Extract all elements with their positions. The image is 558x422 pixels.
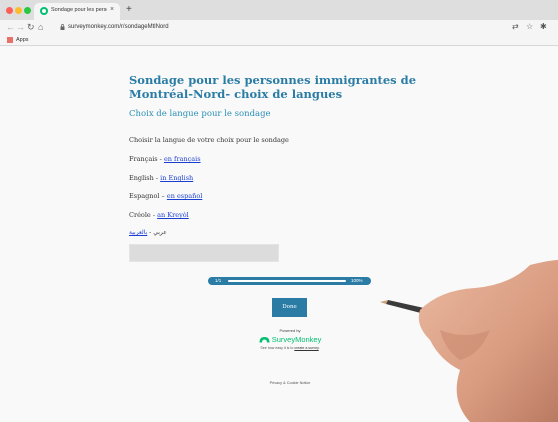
language-name: Créole	[129, 211, 151, 219]
done-button[interactable]: Done	[272, 298, 307, 317]
link-creole[interactable]: an Kreyòl	[157, 211, 189, 219]
language-separator: –	[159, 192, 167, 200]
forward-arrow-icon[interactable]: →	[16, 21, 25, 33]
comment-input[interactable]	[129, 244, 279, 262]
note-suffix: .	[318, 346, 320, 350]
powered-by-block: Powered by SurveyMonkey See how easy it …	[252, 328, 328, 350]
surveymonkey-favicon-icon	[40, 7, 48, 15]
language-option-arabic: عربي - بالعربية	[129, 229, 167, 236]
browser-tab[interactable]: Sondage pour les personnes i ×	[34, 3, 120, 20]
note-prefix: See how easy it is to	[260, 346, 295, 350]
create-survey-note: See how easy it is to create a survey.	[252, 346, 328, 350]
close-window-button[interactable]	[6, 7, 13, 14]
bookmark-star-icon[interactable]: ☆	[526, 21, 533, 33]
tab-title: Sondage pour les personnes i	[51, 7, 107, 13]
browser-tab-bar: Sondage pour les personnes i × +	[0, 0, 558, 20]
browser-toolbar: ← → ↻ ⌂ surveymonkey.com/r/sondageMtlNor…	[0, 20, 558, 34]
question-text: Choisir la langue de votre choix pour le…	[129, 136, 289, 144]
language-name: عربي	[153, 229, 167, 236]
survey-title: Sondage pour les personnes immigrantes d…	[129, 73, 417, 101]
link-arabic[interactable]: بالعربية	[129, 229, 147, 236]
translate-icon[interactable]: ⇄	[512, 21, 519, 33]
progress-percent: 100%	[351, 278, 363, 283]
surveymonkey-logo-icon	[259, 337, 270, 343]
close-tab-icon[interactable]: ×	[110, 6, 114, 13]
new-tab-button[interactable]: +	[126, 4, 132, 16]
link-english[interactable]: in English	[160, 174, 193, 182]
language-name: Français	[129, 155, 158, 163]
apps-grid-icon[interactable]	[7, 37, 13, 43]
address-bar[interactable]: surveymonkey.com/r/sondageMtlNord	[68, 22, 169, 32]
survey-subtitle: Choix de langue pour le sondage	[129, 109, 271, 119]
progress-count: 1/1	[215, 278, 222, 283]
language-option-creole: Créole - an Kreyòl	[129, 211, 189, 219]
lock-icon	[60, 24, 65, 30]
surveymonkey-logo[interactable]: SurveyMonkey	[252, 335, 328, 344]
home-icon[interactable]: ⌂	[38, 21, 43, 33]
powered-by-label: Powered by	[279, 328, 301, 333]
progress-fill	[228, 280, 346, 282]
back-arrow-icon[interactable]: ←	[6, 21, 15, 33]
hand-shape	[418, 260, 558, 422]
link-french[interactable]: en français	[164, 155, 201, 163]
brand-name: SurveyMonkey	[271, 335, 322, 344]
progress-bar: 1/1 100%	[208, 277, 371, 285]
minimize-window-button[interactable]	[15, 7, 22, 14]
bookmarks-bar: Apps	[0, 34, 558, 46]
extension-puzzle-icon[interactable]: ✱	[540, 21, 547, 33]
language-option-spanish: Espagnol – en español	[129, 192, 202, 200]
hand-holding-pencil-image	[380, 260, 558, 422]
language-name: English	[129, 174, 154, 182]
apps-bookmark[interactable]: Apps	[16, 36, 29, 44]
reload-icon[interactable]: ↻	[27, 21, 35, 33]
create-survey-link[interactable]: create a survey	[294, 346, 318, 350]
link-spanish[interactable]: en español	[167, 192, 203, 200]
language-name: Espagnol	[129, 192, 160, 200]
privacy-cookie-link[interactable]: Privacy & Cookie Notice	[252, 381, 328, 385]
maximize-window-button[interactable]	[24, 7, 31, 14]
language-option-english: English - in English	[129, 174, 193, 182]
language-option-french: Français - en français	[129, 155, 201, 163]
